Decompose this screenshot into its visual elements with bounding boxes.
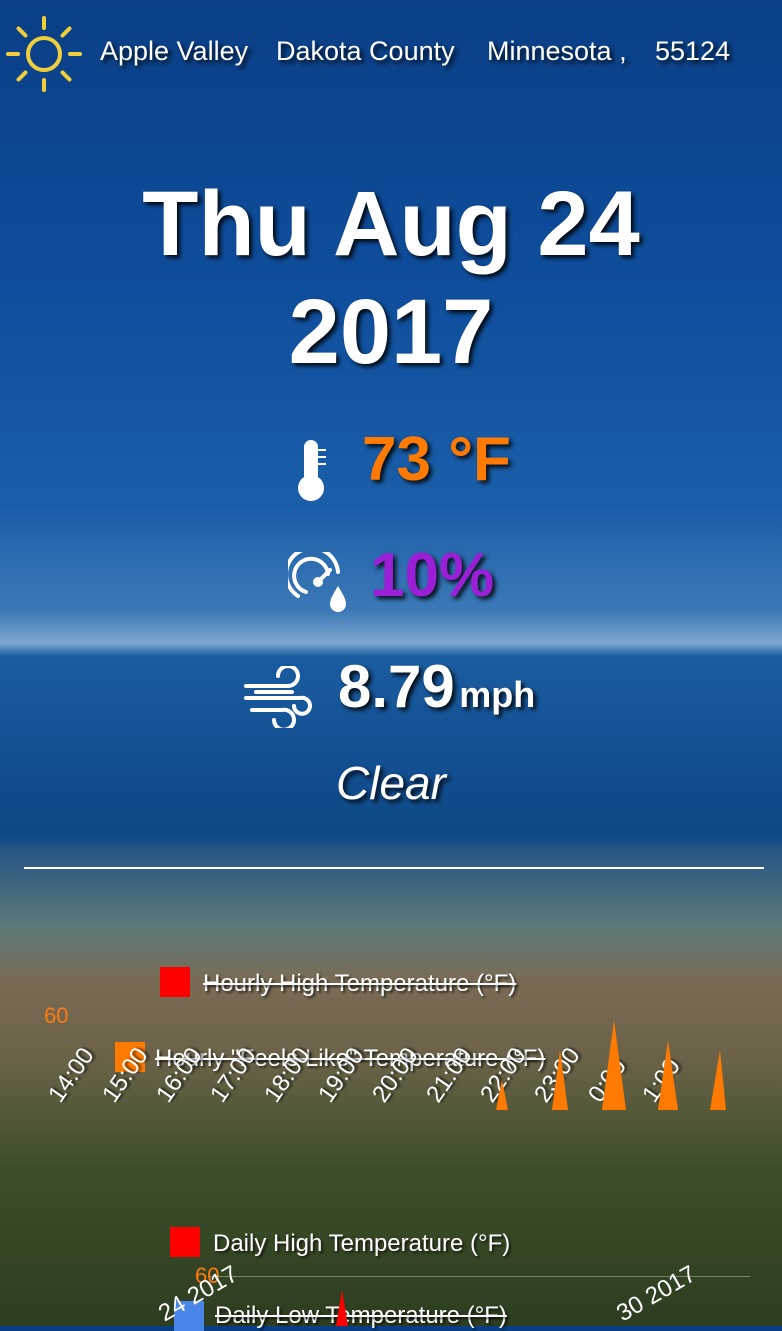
- location-header: Apple Valley Dakota County Minnesota , 5…: [0, 14, 782, 94]
- wind-icon: [244, 666, 312, 728]
- hourly-tick-label: 14:00: [43, 1042, 100, 1108]
- legend-swatch-hourly-high: [160, 967, 190, 997]
- hourly-tick-label: 15:00: [97, 1042, 154, 1108]
- temperature-value: 73 °F: [362, 425, 511, 494]
- humidity-value: 10%: [370, 541, 495, 610]
- condition-label: Clear: [336, 757, 446, 809]
- date-line-1: Thu Aug 24: [142, 173, 640, 275]
- hourly-y-label: 60: [44, 1003, 69, 1028]
- zip-label: 55124: [655, 36, 731, 66]
- daily-high-series: [336, 1290, 348, 1326]
- thermometer-icon: [298, 440, 326, 501]
- city-label: Apple Valley: [100, 36, 249, 66]
- wind-value: 8.79 mph: [338, 652, 535, 721]
- daily-tick-end: 30 2017: [612, 1260, 701, 1328]
- wind-unit: mph: [459, 674, 536, 715]
- legend-label-daily-high: Daily High Temperature (°F): [213, 1230, 511, 1257]
- state-label: Minnesota ,: [487, 36, 627, 66]
- sun-icon: [6, 16, 82, 92]
- county-label: Dakota County: [276, 36, 455, 66]
- legend-swatch-daily-high: [170, 1227, 200, 1257]
- legend-label-hourly-high: Hourly High Temperature (°F): [203, 970, 517, 997]
- humidity-gauge-icon: [288, 552, 346, 612]
- divider: [24, 867, 764, 869]
- date-line-2: 2017: [288, 281, 494, 383]
- wind-speed: 8.79: [338, 653, 455, 720]
- hourly-feels-like-series: [496, 1020, 726, 1110]
